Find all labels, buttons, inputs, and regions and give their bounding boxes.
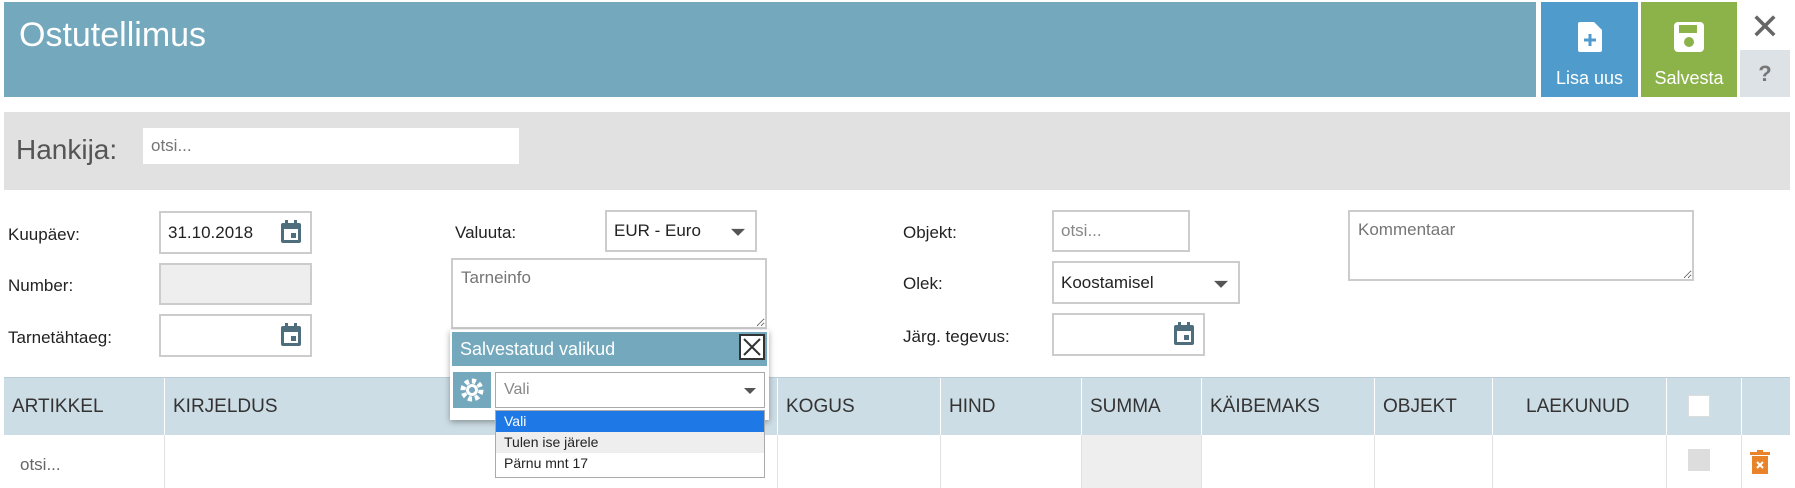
- page-title: Ostutellimus: [19, 16, 207, 54]
- currency-label: Valuuta:: [455, 223, 517, 242]
- column-quantity[interactable]: KOGUS: [778, 378, 941, 436]
- currency-value: EUR - Euro: [614, 221, 701, 240]
- table-row: otsi...: [4, 435, 1790, 488]
- column-vat[interactable]: KÄIBEMAKS: [1202, 378, 1375, 436]
- object-label: Objekt:: [903, 223, 957, 242]
- deadline-label: Tarnetähtaeg:: [8, 328, 112, 347]
- object-cell[interactable]: [1375, 435, 1493, 488]
- supplier-bar: Hankija:: [4, 112, 1790, 190]
- date-value: 31.10.2018: [168, 223, 254, 242]
- price-cell[interactable]: [941, 435, 1082, 488]
- column-sum[interactable]: SUMMA: [1082, 378, 1202, 436]
- saved-selection-select[interactable]: Vali: [495, 372, 765, 408]
- settings-button[interactable]: [453, 372, 491, 408]
- status-value: Koostamisel: [1061, 273, 1154, 292]
- saved-selections-popup: Salvestatud valikud Vali: [450, 330, 769, 420]
- gear-icon: [460, 378, 484, 402]
- status-select[interactable]: Koostamisel: [1052, 261, 1240, 304]
- next-action-label: Järg. tegevus:: [903, 327, 1010, 346]
- date-field[interactable]: 31.10.2018: [159, 211, 312, 254]
- column-object[interactable]: OBJEKT: [1375, 378, 1493, 436]
- deadline-field[interactable]: [159, 314, 312, 357]
- chevron-down-icon: [731, 228, 745, 236]
- object-search-input[interactable]: otsi...: [1052, 210, 1190, 252]
- date-label: Kuupäev:: [8, 225, 80, 244]
- row-select-cell: [1667, 435, 1742, 488]
- help-button[interactable]: ?: [1740, 50, 1790, 97]
- select-all-cell: [1667, 378, 1742, 436]
- comment-textarea[interactable]: [1348, 210, 1694, 281]
- received-cell[interactable]: [1493, 435, 1667, 488]
- column-received[interactable]: LAEKUNUD: [1493, 378, 1667, 436]
- column-price[interactable]: HIND: [941, 378, 1082, 436]
- floppy-icon: [1674, 22, 1704, 52]
- table-header: ARTIKKEL KIRJELDUS KOGUS HIND SUMMA KÄIB…: [4, 377, 1790, 436]
- calendar-icon[interactable]: [280, 323, 302, 347]
- supplier-search-input[interactable]: [143, 128, 519, 164]
- status-label: Olek:: [903, 274, 943, 293]
- object-placeholder: otsi...: [1061, 221, 1102, 240]
- supplier-label: Hankija:: [16, 134, 118, 165]
- save-button[interactable]: Salvesta: [1641, 2, 1737, 97]
- number-field: [159, 263, 312, 305]
- chevron-down-icon: [744, 388, 756, 394]
- column-article[interactable]: ARTIKKEL: [4, 378, 165, 436]
- quantity-cell[interactable]: [778, 435, 941, 488]
- chevron-down-icon: [1214, 280, 1228, 288]
- close-icon: [743, 338, 761, 356]
- calendar-icon[interactable]: [1173, 322, 1195, 346]
- vat-cell[interactable]: [1202, 435, 1375, 488]
- saved-selection-options: Vali Tulen ise järele Pärnu mnt 17: [495, 410, 765, 478]
- add-new-button[interactable]: Lisa uus: [1541, 2, 1638, 97]
- currency-select[interactable]: EUR - Euro: [605, 210, 757, 252]
- row-checkbox[interactable]: [1688, 449, 1710, 471]
- saved-selection-value: Vali: [504, 381, 530, 398]
- popup-header: Salvestatud valikud: [452, 332, 767, 366]
- title-bar: Ostutellimus: [4, 2, 1536, 97]
- file-plus-icon: [1577, 22, 1602, 52]
- number-label: Number:: [8, 276, 74, 295]
- delivery-info-textarea[interactable]: [451, 258, 767, 329]
- select-all-checkbox[interactable]: [1688, 395, 1710, 417]
- sum-cell: [1082, 435, 1202, 488]
- popup-title: Salvestatud valikud: [460, 339, 616, 359]
- add-new-label: Lisa uus: [1555, 68, 1624, 88]
- calendar-icon[interactable]: [280, 220, 302, 244]
- option-item[interactable]: Tulen ise järele: [496, 432, 764, 453]
- option-item[interactable]: Pärnu mnt 17: [496, 453, 764, 474]
- next-action-field[interactable]: [1052, 313, 1205, 356]
- save-label: Salvesta: [1654, 68, 1724, 88]
- option-item[interactable]: Vali: [496, 411, 764, 432]
- trash-icon[interactable]: [1750, 450, 1770, 474]
- article-search-input[interactable]: otsi...: [4, 435, 165, 488]
- popup-close-button[interactable]: [739, 334, 765, 360]
- close-icon[interactable]: ✕: [1740, 4, 1790, 50]
